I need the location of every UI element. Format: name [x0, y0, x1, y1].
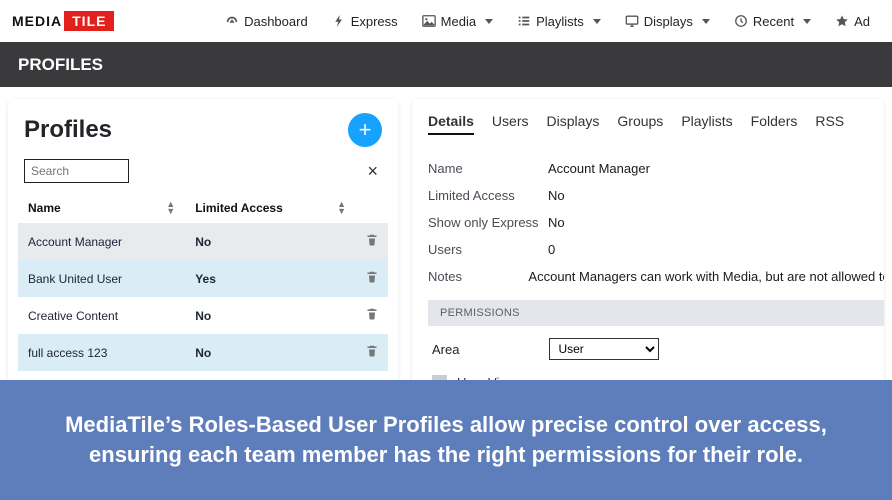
table-row[interactable]: Creative Content No: [18, 297, 388, 334]
nav-label: Playlists: [536, 14, 584, 29]
promo-text: MediaTile’s Roles-Based User Profiles al…: [40, 410, 852, 469]
tab-rss[interactable]: RSS: [815, 113, 844, 135]
table-row[interactable]: Bank United User Yes: [18, 260, 388, 297]
tab-users[interactable]: Users: [492, 113, 529, 135]
detail-tabs: Details Users Displays Groups Playlists …: [428, 113, 884, 141]
area-label: Area: [432, 342, 459, 357]
bolt-icon: [332, 14, 346, 28]
nav-media[interactable]: Media: [412, 8, 503, 35]
nav-dashboard[interactable]: Dashboard: [215, 8, 318, 35]
area-select[interactable]: User: [549, 338, 659, 360]
add-profile-button[interactable]: +: [348, 113, 382, 147]
nav-label: Dashboard: [244, 14, 308, 29]
delete-row-button[interactable]: [356, 297, 388, 334]
col-name[interactable]: Name▲▼: [18, 193, 185, 223]
value-limited: No: [548, 188, 565, 203]
star-icon: [835, 14, 849, 28]
value-express: No: [548, 215, 565, 230]
band-title: PROFILES: [18, 55, 103, 74]
delete-row-button[interactable]: [356, 260, 388, 297]
close-search-icon[interactable]: ×: [363, 161, 382, 182]
nav-express[interactable]: Express: [322, 8, 408, 35]
promo-overlay: MediaTile’s Roles-Based User Profiles al…: [0, 380, 892, 500]
clock-icon: [734, 14, 748, 28]
label-limited: Limited Access: [428, 188, 548, 203]
permissions-header: PERMISSIONS: [428, 300, 884, 326]
nav-ad[interactable]: Ad: [825, 8, 880, 35]
brand-text: MEDIA: [12, 13, 62, 29]
search-row: ×: [18, 159, 388, 193]
delete-row-button[interactable]: [356, 223, 388, 260]
brand-tile: TILE: [64, 11, 114, 31]
label-express: Show only Express: [428, 215, 548, 230]
page-band: PROFILES: [0, 42, 892, 87]
nav-label: Recent: [753, 14, 794, 29]
tab-folders[interactable]: Folders: [751, 113, 798, 135]
main-nav: Dashboard Express Media Playlists Displa…: [215, 8, 880, 35]
sort-icon: ▲▼: [337, 201, 346, 215]
tab-displays[interactable]: Displays: [546, 113, 599, 135]
nav-label: Express: [351, 14, 398, 29]
panel-header: Profiles +: [18, 109, 388, 159]
value-notes: Account Managers can work with Media, bu…: [528, 269, 884, 284]
delete-row-button[interactable]: [356, 334, 388, 371]
image-icon: [422, 14, 436, 28]
gauge-icon: [225, 14, 239, 28]
label-notes: Notes: [428, 269, 528, 284]
table-row[interactable]: Account Manager No: [18, 223, 388, 260]
nav-recent[interactable]: Recent: [724, 8, 821, 35]
search-input[interactable]: [24, 159, 129, 183]
col-limited[interactable]: Limited Access▲▼: [185, 193, 356, 223]
label-name: Name: [428, 161, 548, 176]
label-users: Users: [428, 242, 548, 257]
permissions-area-row: Area User: [428, 326, 884, 372]
monitor-icon: [625, 14, 639, 28]
tab-details[interactable]: Details: [428, 113, 474, 135]
value-name: Account Manager: [548, 161, 650, 176]
nav-label: Media: [441, 14, 476, 29]
table-row[interactable]: full access 123 No: [18, 334, 388, 371]
tab-groups[interactable]: Groups: [617, 113, 663, 135]
nav-label: Ad: [854, 14, 870, 29]
sort-icon: ▲▼: [166, 201, 175, 215]
top-bar: MEDIA TILE Dashboard Express Media Playl…: [0, 0, 892, 42]
nav-label: Displays: [644, 14, 693, 29]
panel-title: Profiles: [24, 116, 112, 144]
value-users: 0: [548, 242, 555, 257]
brand-logo: MEDIA TILE: [12, 11, 114, 31]
detail-body: NameAccount Manager Limited AccessNo Sho…: [428, 155, 884, 414]
nav-playlists[interactable]: Playlists: [507, 8, 611, 35]
nav-displays[interactable]: Displays: [615, 8, 720, 35]
tab-playlists[interactable]: Playlists: [681, 113, 732, 135]
list-icon: [517, 14, 531, 28]
